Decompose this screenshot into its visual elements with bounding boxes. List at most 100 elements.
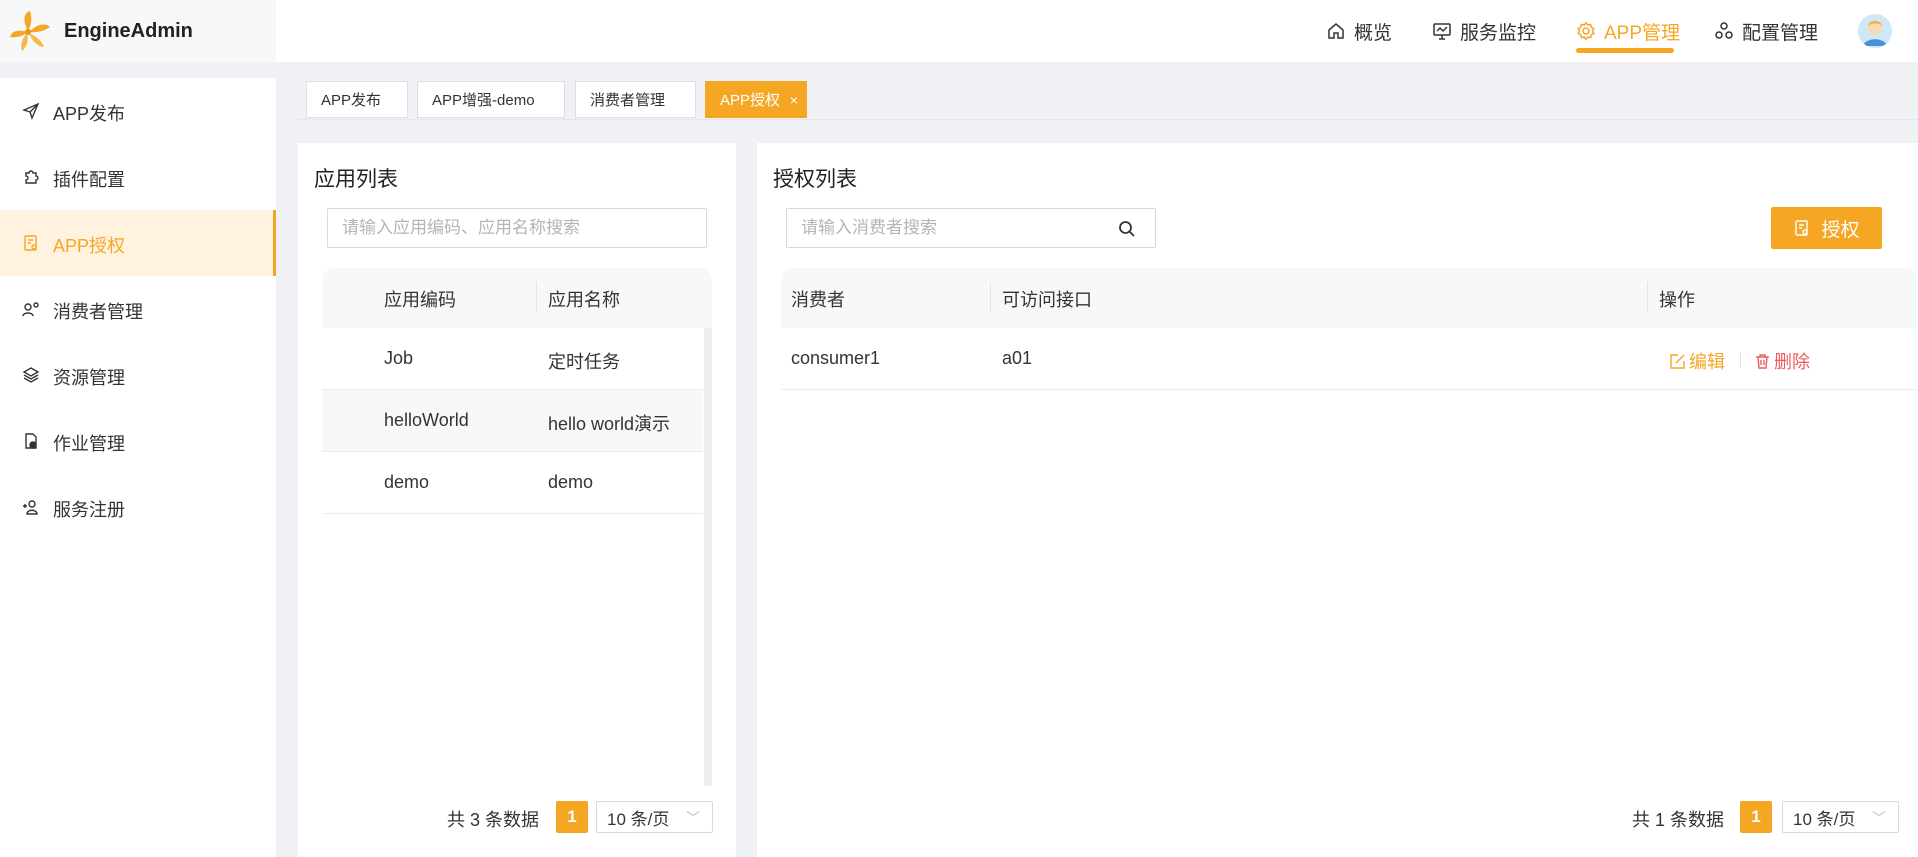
sidebar-item-consumer-manage[interactable]: 消费者管理 [0, 276, 276, 342]
table-row[interactable]: Job 定时任务 [322, 328, 703, 390]
brand[interactable]: EngineAdmin [0, 0, 276, 62]
tab-label: APP发布 [321, 92, 382, 109]
column-divider [1647, 282, 1648, 312]
tab-label: APP授权 [720, 92, 781, 109]
topnav-active-indicator [1576, 48, 1674, 53]
tab-label: APP增强-demo [432, 92, 535, 109]
gear-icon [1577, 21, 1595, 41]
topnav-overview[interactable]: 概览 [1326, 16, 1392, 46]
sidebar-item-plugin-config[interactable]: 插件配置 [0, 144, 276, 210]
cell-app-code: helloWorld [384, 410, 469, 430]
tab-app-publish[interactable]: APP发布 [306, 81, 408, 118]
chevron-down-icon: ﹀ [686, 810, 700, 826]
users-gear-icon [22, 302, 39, 317]
cell-app-name: 定时任务 [548, 352, 620, 372]
tab-label: 消费者管理 [590, 92, 666, 109]
authorize-button-label: 授权 [1821, 219, 1860, 241]
cell-consumer: consumer1 [791, 348, 881, 368]
sidebar-item-label: 作业管理 [53, 434, 125, 454]
sidebar-item-service-register[interactable]: 服务注册 [0, 474, 276, 540]
close-icon[interactable]: × [790, 92, 798, 108]
table-row[interactable]: consumer1 a01 编辑 删除 [781, 328, 1917, 390]
topnav-label: APP管理 [1604, 22, 1681, 44]
sidebar-item-label: APP授权 [53, 236, 126, 256]
chevron-down-icon: ﹀ [1872, 810, 1886, 826]
sidebar-item-label: 资源管理 [53, 368, 125, 388]
search-icon[interactable] [1118, 220, 1136, 238]
cell-app-name: hello world演示 [548, 414, 671, 434]
authorize-button[interactable]: 授权 [1771, 207, 1882, 249]
sidebar-item-app-publish[interactable]: APP发布 [0, 78, 276, 144]
topnav-config-manage[interactable]: 配置管理 [1714, 16, 1818, 46]
panel-title: 授权列表 [773, 168, 857, 191]
page-size-select[interactable]: 10 条/页 ﹀ [1782, 801, 1899, 833]
delete-label: 删除 [1774, 352, 1810, 372]
tab-app-enhance-demo[interactable]: APP增强-demo [417, 81, 565, 118]
engine-logo-icon [10, 11, 50, 51]
trash-icon [1756, 353, 1769, 369]
authorize-doc-icon [24, 235, 37, 251]
top-header: EngineAdmin 概览 服务监控 APP管理 配置管理 [0, 0, 1918, 62]
authorize-doc-icon [1795, 220, 1809, 236]
page-number: 1 [1751, 807, 1761, 826]
page-size-select[interactable]: 10 条/页 ﹀ [596, 801, 713, 833]
column-divider [990, 282, 991, 312]
topnav-label: 概览 [1354, 22, 1393, 44]
topnav-app-manage[interactable]: APP管理 [1576, 16, 1680, 46]
cell-app-code: demo [384, 472, 430, 492]
cell-api: a01 [1002, 348, 1033, 368]
consumer-search-input[interactable] [786, 208, 1156, 248]
tab-app-authorize[interactable]: APP授权 × [705, 81, 807, 118]
topnav-service-monitor[interactable]: 服务监控 [1432, 16, 1536, 46]
app-search-input[interactable] [327, 208, 707, 248]
tab-consumer-manage[interactable]: 消费者管理 [575, 81, 696, 118]
monitor-icon [1433, 23, 1451, 40]
cell-app-name: demo [548, 472, 594, 492]
brand-name: EngineAdmin [64, 20, 193, 42]
cluster-icon [1715, 22, 1733, 39]
pagination-total: 共 3 条数据 [447, 810, 540, 830]
edit-label: 编辑 [1689, 352, 1725, 372]
sidebar-item-label: APP发布 [53, 104, 126, 124]
job-file-icon [25, 433, 37, 449]
page-size-value: 10 条/页 [1793, 809, 1856, 829]
topnav-label: 服务监控 [1460, 22, 1537, 44]
sidebar: APP发布 插件配置 APP授权 消费者管理 资源管理 作业管理 服务注册 [0, 78, 276, 857]
topnav-label: 配置管理 [1742, 22, 1819, 44]
panel-title: 应用列表 [314, 168, 398, 191]
sidebar-item-label: 服务注册 [53, 500, 125, 520]
send-icon [22, 102, 40, 120]
table-row[interactable]: demo demo [322, 452, 703, 514]
pagination-page-button[interactable]: 1 [556, 801, 588, 833]
page-size-value: 10 条/页 [607, 809, 670, 829]
delete-button[interactable]: 删除 [1754, 348, 1810, 374]
page-number: 1 [567, 807, 577, 826]
sidebar-item-resource-manage[interactable]: 资源管理 [0, 342, 276, 408]
sidebar-item-label: 消费者管理 [53, 302, 143, 322]
sidebar-item-label: 插件配置 [53, 170, 125, 190]
scrollbar[interactable] [704, 328, 712, 786]
table-row[interactable]: helloWorld hello world演示 [322, 390, 703, 452]
app-table-header: 应用编码 应用名称 [322, 268, 712, 328]
pagination-page-button[interactable]: 1 [1740, 801, 1772, 833]
sidebar-item-job-manage[interactable]: 作业管理 [0, 408, 276, 474]
action-divider [1740, 352, 1741, 368]
sidebar-item-app-authorize[interactable]: APP授权 [0, 210, 276, 276]
cell-app-code: Job [384, 348, 414, 368]
column-divider [536, 282, 537, 312]
layers-icon [22, 367, 40, 383]
column-header: 消费者 [791, 290, 845, 310]
edit-button[interactable]: 编辑 [1669, 348, 1725, 374]
edit-icon [1670, 353, 1685, 369]
column-header: 应用名称 [548, 290, 620, 310]
pagination-total: 共 1 条数据 [1632, 810, 1725, 830]
column-header: 可访问接口 [1002, 290, 1092, 310]
app-list-panel: 应用列表 应用编码 应用名称 Job 定时任务 helloWorld hello… [298, 143, 736, 857]
auth-table-header: 消费者 可访问接口 操作 [781, 268, 1917, 328]
auth-list-panel: 授权列表 授权 消费者 可访问接口 操作 consumer1 a01 编辑 [757, 143, 1918, 857]
column-header: 操作 [1659, 290, 1695, 310]
puzzle-icon [25, 170, 39, 184]
user-avatar-icon[interactable] [1858, 14, 1892, 48]
user-add-icon [23, 500, 38, 515]
column-header: 应用编码 [384, 290, 456, 310]
